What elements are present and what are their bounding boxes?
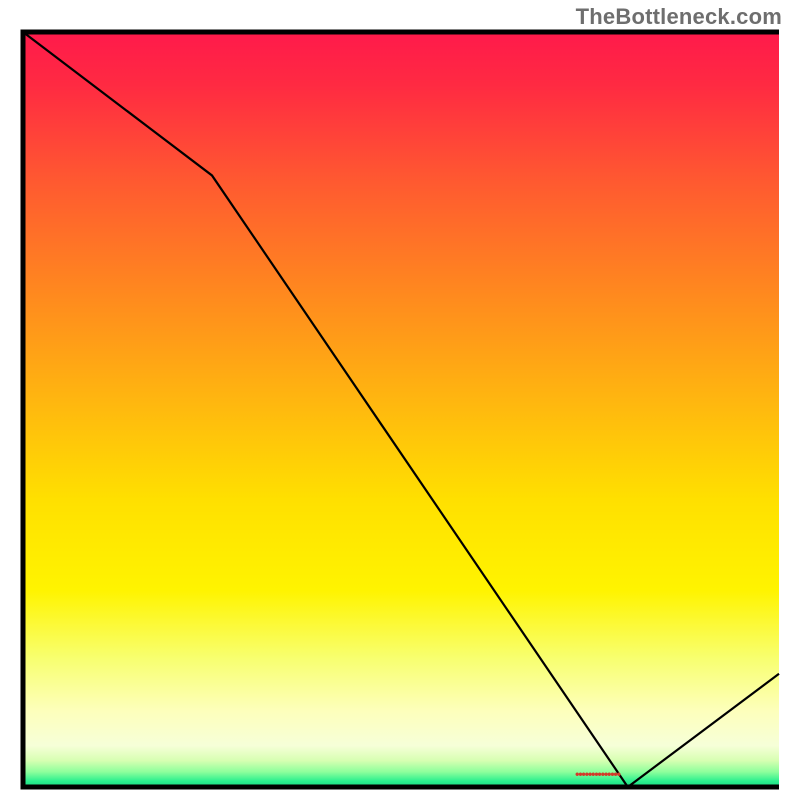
chart-svg: •••••••••••••• xyxy=(0,0,800,800)
plot-background xyxy=(23,32,779,787)
annotation-label: •••••••••••••• xyxy=(575,767,621,781)
chart-container: TheBottleneck.com •••••••••••••• xyxy=(0,0,800,800)
